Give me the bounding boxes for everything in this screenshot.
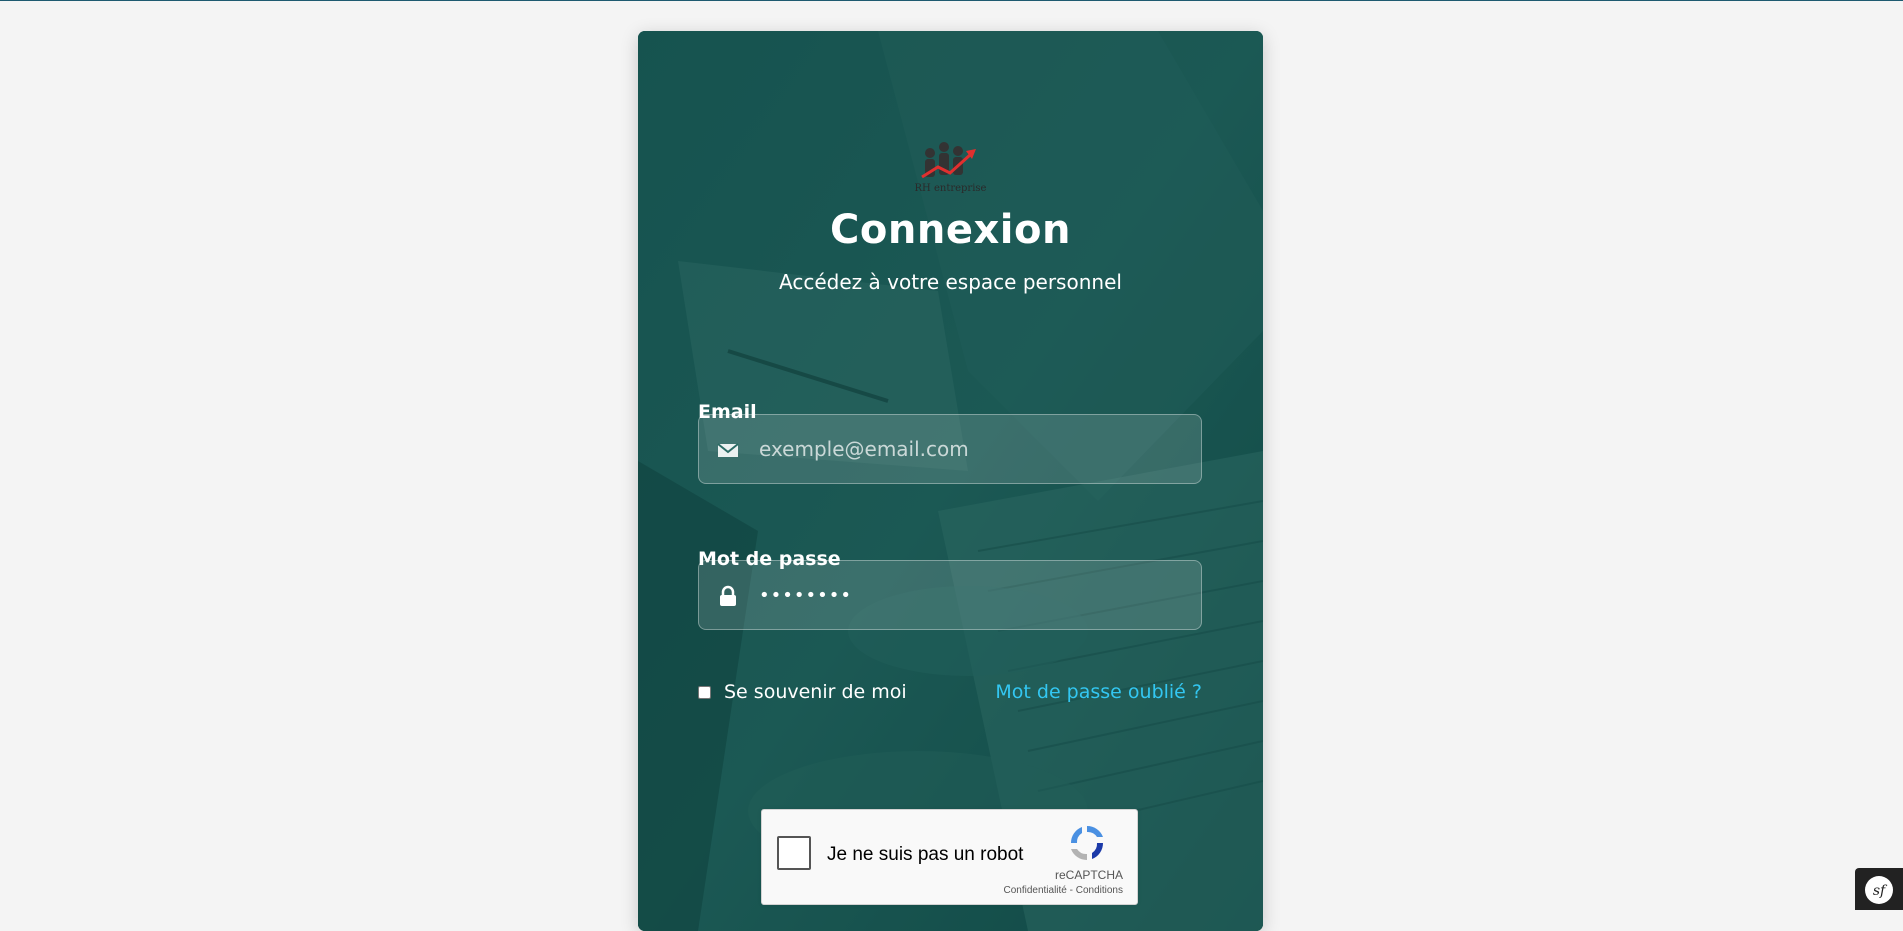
symfony-debug-toolbar[interactable]: sf: [1855, 868, 1903, 910]
top-border: [0, 0, 1903, 1]
login-card: RH entreprise Connexion Accédez à votre …: [638, 31, 1263, 931]
recaptcha-checkbox[interactable]: [777, 836, 811, 870]
symfony-icon: sf: [1865, 876, 1893, 904]
email-field[interactable]: exemple@email.com: [698, 414, 1202, 484]
recaptcha-links[interactable]: Confidentialité - Conditions: [1003, 885, 1123, 896]
login-form: RH entreprise Connexion Accédez à votre …: [638, 31, 1263, 931]
remember-label: Se souvenir de moi: [724, 681, 907, 703]
remember-checkbox[interactable]: [698, 686, 711, 699]
page-subtitle: Accédez à votre espace personnel: [779, 270, 1122, 294]
password-value: ••••••••: [759, 585, 852, 606]
logo-text: RH entreprise: [914, 183, 987, 194]
recaptcha-widget: Je ne suis pas un robot reCAPTCHA Confid…: [761, 809, 1138, 905]
recaptcha-logo-icon: [1070, 825, 1104, 861]
recaptcha-brand: reCAPTCHA: [1054, 868, 1123, 882]
forgot-password-link[interactable]: Mot de passe oublié ?: [995, 681, 1202, 703]
recaptcha-label: Je ne suis pas un robot: [827, 844, 1024, 865]
password-field[interactable]: ••••••••: [698, 560, 1202, 630]
lock-icon: [720, 585, 736, 606]
email-placeholder: exemple@email.com: [759, 437, 969, 461]
page-title: Connexion: [830, 207, 1071, 253]
envelope-icon: [717, 443, 739, 457]
